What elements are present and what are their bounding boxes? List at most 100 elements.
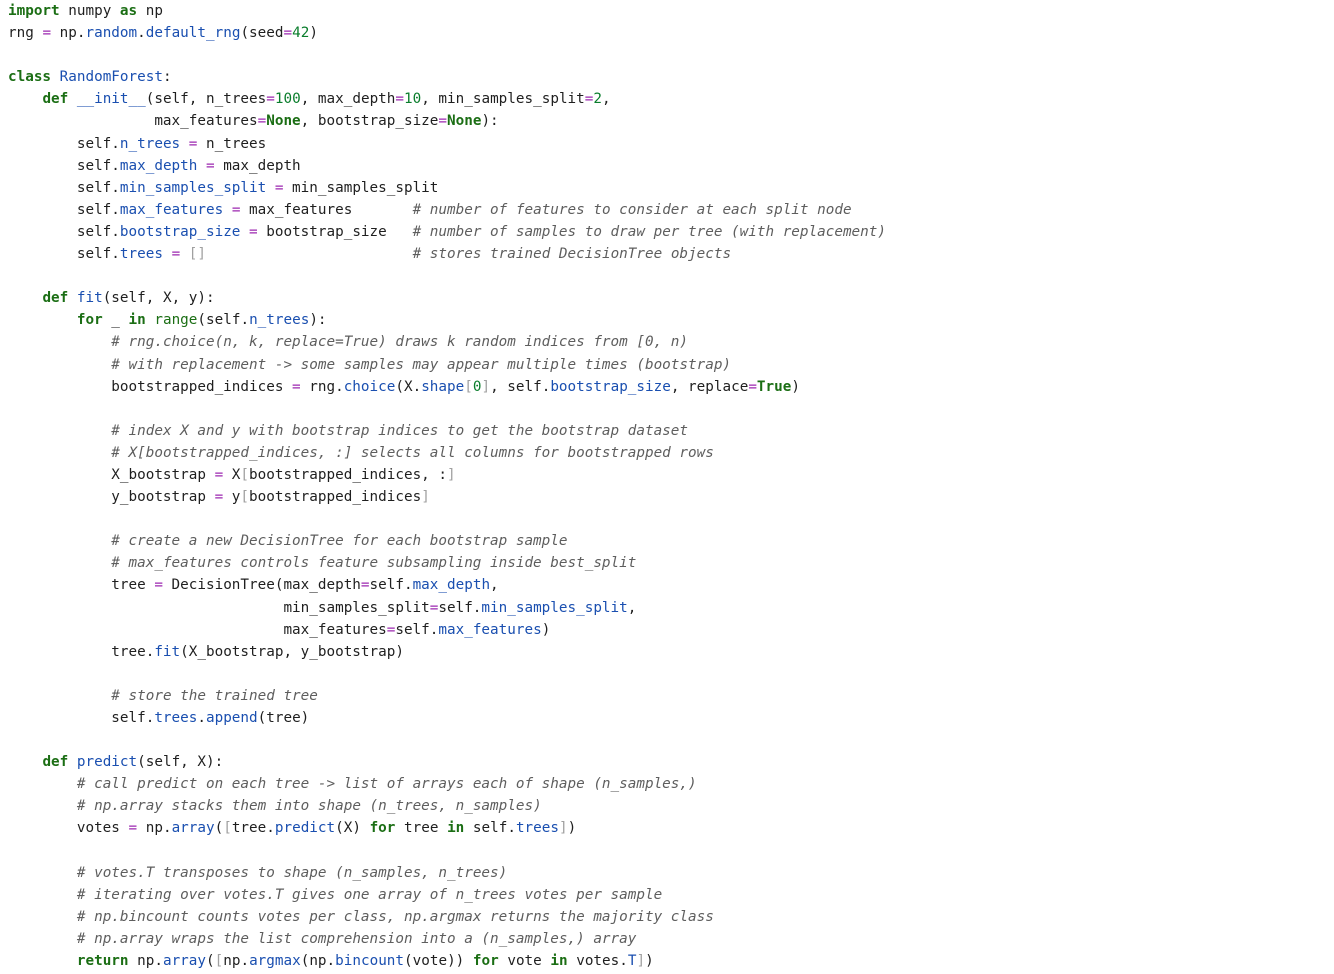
code-token: = bbox=[214, 489, 224, 506]
code-token: # index X and y with bootstrap indices t… bbox=[111, 422, 688, 439]
code-editor[interactable]: import numpy as np rng = np.random.defaul… bbox=[8, 0, 886, 972]
code-token: rng. bbox=[300, 378, 344, 395]
code-token: fit bbox=[154, 643, 181, 660]
code-token: ( bbox=[206, 953, 215, 970]
code-line: self.max_depth = max_depth bbox=[8, 155, 886, 177]
code-token: = bbox=[292, 378, 301, 395]
code-line: class RandomForest: bbox=[8, 66, 886, 88]
code-line: return np.array([np.argmax(np.bincount(v… bbox=[8, 950, 886, 972]
code-token: def bbox=[42, 754, 69, 771]
code-token: = bbox=[395, 91, 404, 108]
code-token: tree bbox=[8, 577, 155, 594]
code-token: (X. bbox=[395, 378, 422, 395]
code-token: max_features bbox=[240, 201, 413, 218]
code-token: = bbox=[283, 25, 293, 42]
code-token: = bbox=[128, 820, 138, 837]
code-token: random bbox=[85, 25, 138, 42]
code-token: as bbox=[119, 3, 138, 19]
code-token: max_features bbox=[8, 621, 387, 638]
code-token: (X_bootstrap, y_bootstrap) bbox=[180, 643, 404, 660]
code-token: (X) bbox=[335, 820, 370, 837]
code-token: n_trees bbox=[197, 135, 267, 152]
code-token: self. bbox=[395, 621, 439, 638]
code-token: in bbox=[447, 820, 465, 837]
code-token: min_samples_split bbox=[8, 599, 430, 616]
code-token: (self, X): bbox=[137, 754, 224, 771]
code-token: # np.array stacks them into shape (n_tre… bbox=[76, 798, 542, 815]
code-token: = bbox=[171, 246, 181, 263]
code-token: trees bbox=[515, 820, 559, 837]
code-token: self. bbox=[8, 710, 155, 726]
code-token: # stores trained DecisionTree objects bbox=[412, 246, 732, 263]
code-line: tree.fit(X_bootstrap, y_bootstrap) bbox=[8, 641, 886, 663]
code-token: = bbox=[154, 577, 163, 594]
code-token: bootstrapped_indices bbox=[249, 489, 422, 506]
code-token: ] bbox=[447, 466, 456, 483]
code-token: tree. bbox=[8, 643, 155, 660]
code-token: self. bbox=[8, 135, 120, 152]
code-token: bootstrapped_indices bbox=[8, 378, 293, 395]
code-token: = bbox=[438, 113, 448, 130]
code-line: self.min_samples_split = min_samples_spl… bbox=[8, 177, 886, 199]
code-token: rng bbox=[8, 25, 43, 42]
code-token: = bbox=[249, 223, 258, 240]
code-token: X bbox=[223, 466, 241, 483]
code-token: array bbox=[171, 820, 215, 837]
code-token: DecisionTree(max_depth bbox=[162, 577, 361, 594]
code-token: for bbox=[472, 953, 499, 970]
code-token: None bbox=[266, 113, 301, 130]
code-token: 42 bbox=[292, 25, 310, 42]
code-token: in bbox=[550, 953, 568, 970]
code-token: , replace bbox=[670, 378, 749, 395]
code-line: rng = np.random.default_rng(seed=42) bbox=[8, 22, 886, 44]
code-token: n_trees bbox=[249, 312, 310, 329]
code-token: (self. bbox=[197, 312, 250, 329]
code-token: _ bbox=[102, 312, 129, 329]
code-token: ): bbox=[481, 113, 499, 130]
code-token: # store the trained tree bbox=[111, 687, 318, 704]
code-token: ) bbox=[791, 378, 800, 395]
code-token: self. bbox=[464, 820, 516, 837]
code-line: for _ in range(self.n_trees): bbox=[8, 309, 886, 331]
code-token: shape bbox=[421, 378, 465, 395]
code-token: 10 bbox=[404, 91, 422, 108]
code-token: bootstrap_size bbox=[550, 378, 671, 395]
code-token: ) bbox=[541, 621, 551, 638]
code-token: trees bbox=[154, 710, 198, 726]
code-token: self. bbox=[8, 223, 120, 240]
code-token: vote bbox=[498, 953, 551, 970]
code-token: bootstrap_size bbox=[119, 223, 241, 240]
code-token: # np.array wraps the list comprehension … bbox=[76, 930, 637, 947]
code-line: # rng.choice(n, k, replace=True) draws k… bbox=[8, 331, 886, 353]
code-token: # number of samples to draw per tree (wi… bbox=[412, 223, 886, 240]
code-line: # np.array stacks them into shape (n_tre… bbox=[8, 795, 886, 817]
code-token: np. bbox=[51, 25, 86, 42]
code-token: max_depth bbox=[214, 157, 301, 174]
code-token: . bbox=[197, 710, 206, 726]
code-token: votes bbox=[8, 820, 129, 837]
code-token: ( bbox=[214, 820, 224, 837]
code-token: # with replacement -> some samples may a… bbox=[111, 356, 732, 373]
code-token: RandomForest bbox=[59, 69, 163, 86]
code-token: = bbox=[214, 466, 224, 483]
code-token: # call predict on each tree -> list of a… bbox=[76, 776, 697, 793]
code-token: . bbox=[137, 25, 146, 42]
code-token: # number of features to consider at each… bbox=[412, 201, 852, 218]
code-token: ] bbox=[481, 378, 491, 395]
